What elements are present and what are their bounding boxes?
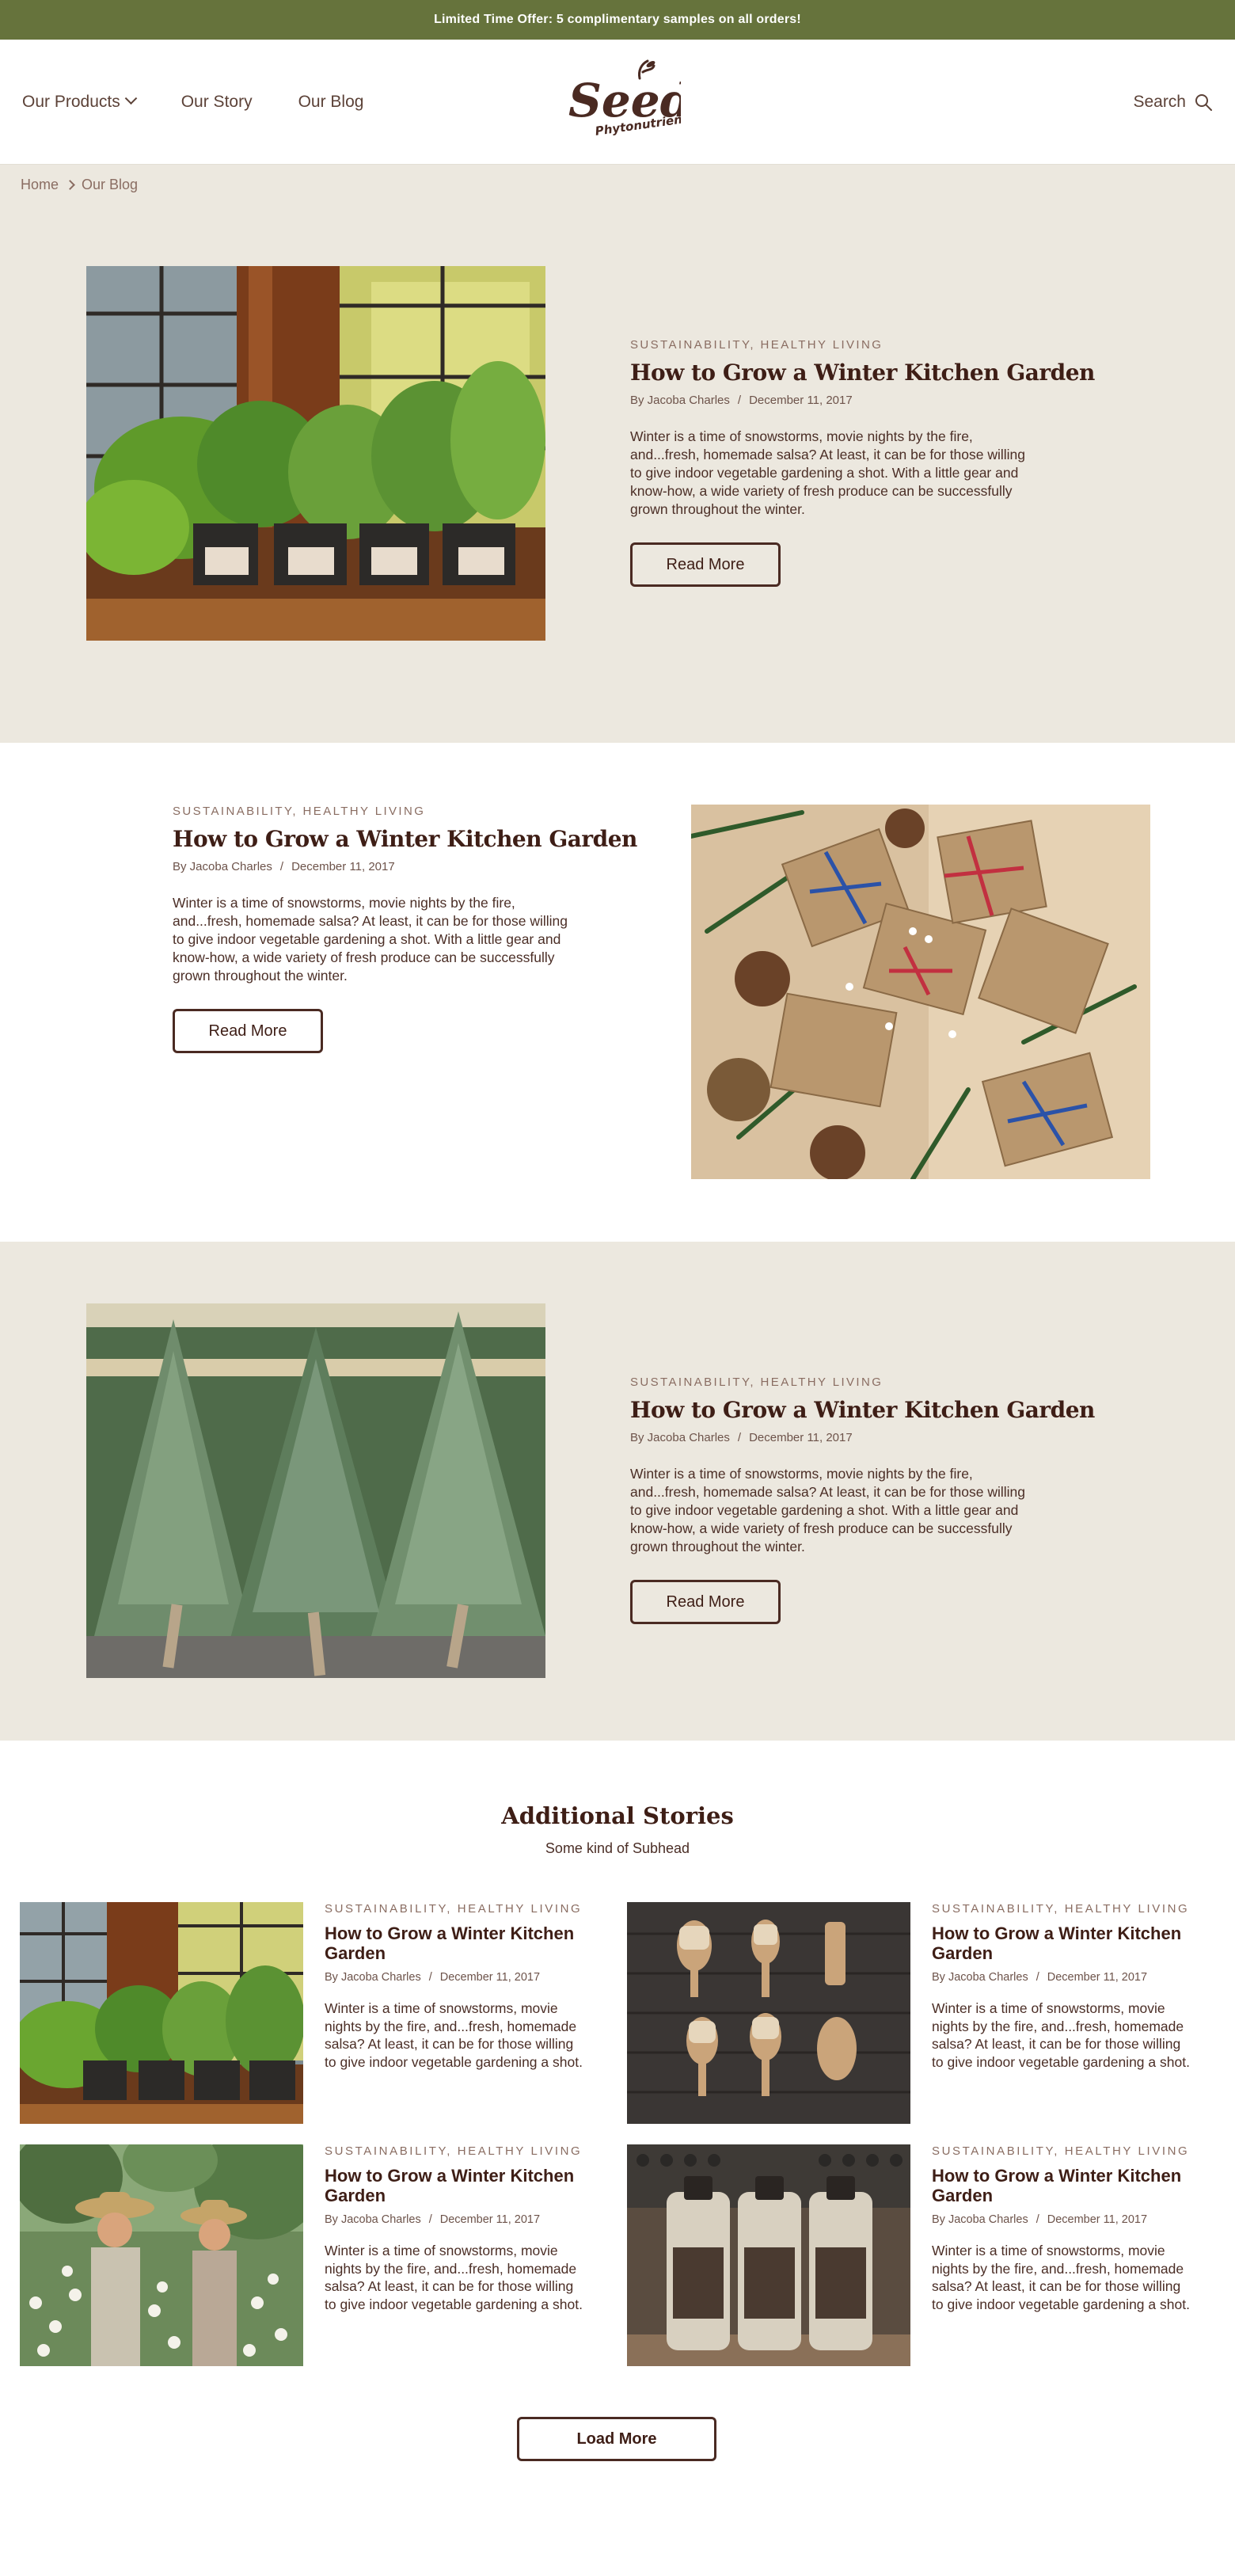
read-more-button[interactable]: Read More [630,542,781,587]
breadcrumb: Home Our Blog [0,165,1235,204]
nav-our-blog-label: Our Blog [298,92,364,111]
story-byline: By Jacoba Charles / December 11, 2017 [325,1971,586,1984]
story-text: SUSTAINABILITY, HEALTHY LIVING How to Gr… [932,1902,1193,2071]
story-text: SUSTAINABILITY, HEALTHY LIVING How to Gr… [932,2144,1193,2313]
story-image-bottles[interactable] [627,2144,910,2366]
nav-our-blog[interactable]: Our Blog [298,93,364,112]
read-more-button[interactable]: Read More [173,1009,323,1053]
story-author[interactable]: By Jacoba Charles [325,1971,421,1984]
additional-stories: Additional Stories Some kind of Subhead [0,1741,1235,2576]
story-excerpt: Winter is a time of snowstorms, movie ni… [325,2243,583,2312]
promo-text: Limited Time Offer: 5 complimentary samp… [434,13,801,26]
post-categories[interactable]: SUSTAINABILITY, HEALTHY LIVING [630,1376,1058,1389]
post-excerpt: Winter is a time of snowstorms, movie ni… [630,1466,1026,1554]
story-title[interactable]: How to Grow a Winter Kitchen Garden [325,1923,586,1963]
nav-our-products[interactable]: Our Products [22,92,137,112]
post-byline: By Jacoba Charles / December 11, 2017 [630,394,1058,407]
story-image-brushes[interactable] [627,1902,910,2124]
post-title[interactable]: How to Grow a Winter Kitchen Garden [173,826,637,852]
story-text: SUSTAINABILITY, HEALTHY LIVING How to Gr… [325,1902,586,2071]
search-label: Search [1133,92,1186,111]
chevron-down-icon [124,92,137,105]
featured-post-2: SUSTAINABILITY, HEALTHY LIVING How to Gr… [0,743,1235,1242]
story-card: SUSTAINABILITY, HEALTHY LIVING How to Gr… [627,1902,1217,2124]
post-text-3: SUSTAINABILITY, HEALTHY LIVING How to Gr… [630,1376,1095,1624]
breadcrumb-home[interactable]: Home [21,177,59,193]
story-excerpt: Winter is a time of snowstorms, movie ni… [932,2000,1190,2070]
byline-separator: / [279,860,284,873]
post-categories[interactable]: SUSTAINABILITY, HEALTHY LIVING [630,338,1058,352]
post-author[interactable]: By Jacoba Charles [630,394,730,407]
promo-bar: Limited Time Offer: 5 complimentary samp… [0,0,1235,40]
story-byline: By Jacoba Charles / December 11, 2017 [932,2213,1193,2226]
post-text-1: SUSTAINABILITY, HEALTHY LIVING How to Gr… [630,338,1095,587]
nav-our-story[interactable]: Our Story [181,93,253,112]
story-categories[interactable]: SUSTAINABILITY, HEALTHY LIVING [932,1902,1193,1916]
byline-separator: / [1036,1971,1039,1984]
story-categories[interactable]: SUSTAINABILITY, HEALTHY LIVING [325,2144,586,2158]
story-card: SUSTAINABILITY, HEALTHY LIVING How to Gr… [20,1902,610,2124]
chevron-right-icon [65,179,75,190]
story-title[interactable]: How to Grow a Winter Kitchen Garden [932,2166,1193,2205]
story-categories[interactable]: SUSTAINABILITY, HEALTHY LIVING [325,1902,586,1916]
story-date: December 11, 2017 [439,2213,541,2226]
additional-stories-subhead: Some kind of Subhead [545,1840,690,1856]
post-image-herb-pots[interactable] [86,266,545,641]
post-title[interactable]: How to Grow a Winter Kitchen Garden [630,1397,1095,1423]
story-author[interactable]: By Jacoba Charles [932,1971,1028,1984]
post-image-gifts[interactable] [691,805,1150,1179]
byline-separator: / [737,1431,742,1444]
story-byline: By Jacoba Charles / December 11, 2017 [325,2213,586,2226]
story-image-farmers[interactable] [20,2144,303,2366]
story-title[interactable]: How to Grow a Winter Kitchen Garden [325,2166,586,2205]
post-byline: By Jacoba Charles / December 11, 2017 [630,1431,1058,1444]
read-more-button[interactable]: Read More [630,1580,781,1624]
featured-post-1: SUSTAINABILITY, HEALTHY LIVING How to Gr… [0,204,1235,743]
post-byline: By Jacoba Charles / December 11, 2017 [173,860,600,873]
story-title[interactable]: How to Grow a Winter Kitchen Garden [932,1923,1193,1963]
post-title[interactable]: How to Grow a Winter Kitchen Garden [630,360,1095,386]
story-date: December 11, 2017 [1047,2213,1148,2226]
post-excerpt: Winter is a time of snowstorms, movie ni… [630,428,1026,517]
story-author[interactable]: By Jacoba Charles [932,2213,1028,2226]
search-button[interactable]: Search [1133,93,1213,112]
post-date: December 11, 2017 [291,860,395,873]
main-nav: Our Products Our Story Our Blog [22,92,409,112]
story-text: SUSTAINABILITY, HEALTHY LIVING How to Gr… [325,2144,586,2313]
post-image-trees[interactable] [86,1303,545,1678]
story-categories[interactable]: SUSTAINABILITY, HEALTHY LIVING [932,2144,1193,2158]
story-byline: By Jacoba Charles / December 11, 2017 [932,1971,1193,1984]
post-text-2: SUSTAINABILITY, HEALTHY LIVING How to Gr… [173,805,637,1053]
story-excerpt: Winter is a time of snowstorms, movie ni… [932,2243,1190,2312]
story-image-herb-pots[interactable] [20,1902,303,2124]
post-date: December 11, 2017 [749,394,853,407]
breadcrumb-current: Our Blog [82,176,139,192]
story-card: SUSTAINABILITY, HEALTHY LIVING How to Gr… [627,2144,1217,2366]
post-author[interactable]: By Jacoba Charles [173,860,272,873]
story-author[interactable]: By Jacoba Charles [325,2213,421,2226]
byline-separator: / [1036,2213,1039,2226]
nav-our-products-label: Our Products [22,92,120,111]
byline-separator: / [737,394,742,407]
post-author[interactable]: By Jacoba Charles [630,1431,730,1444]
load-more-button[interactable]: Load More [517,2417,716,2461]
byline-separator: / [428,2213,432,2226]
featured-post-3: SUSTAINABILITY, HEALTHY LIVING How to Gr… [0,1242,1235,1741]
post-categories[interactable]: SUSTAINABILITY, HEALTHY LIVING [173,805,600,818]
story-card: SUSTAINABILITY, HEALTHY LIVING How to Gr… [20,2144,610,2366]
post-excerpt: Winter is a time of snowstorms, movie ni… [173,895,568,984]
search-icon [1195,93,1212,111]
post-date: December 11, 2017 [749,1431,853,1444]
site-header: Our Products Our Story Our Blog Seed Phy… [0,40,1235,165]
story-excerpt: Winter is a time of snowstorms, movie ni… [325,2000,583,2070]
story-date: December 11, 2017 [439,1971,541,1984]
story-date: December 11, 2017 [1047,1971,1148,1984]
seed-logo[interactable]: Seed Phytonutrients [554,55,681,150]
byline-separator: / [428,1971,432,1984]
additional-stories-title: Additional Stories [501,1802,734,1829]
nav-our-story-label: Our Story [180,92,253,111]
